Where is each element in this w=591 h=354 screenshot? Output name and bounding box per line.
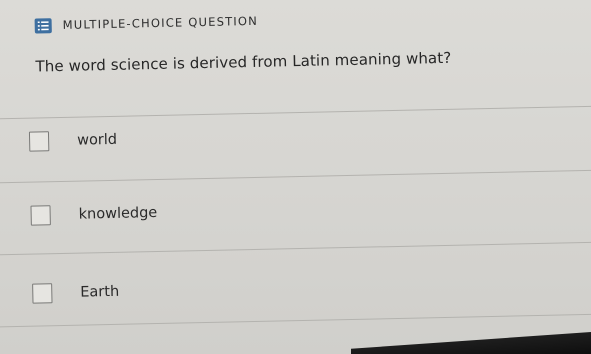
- option-checkbox[interactable]: [32, 283, 53, 304]
- option-knowledge[interactable]: knowledge: [30, 185, 551, 236]
- option-checkbox[interactable]: [28, 131, 50, 152]
- option-label: world: [76, 131, 118, 149]
- divider: [0, 241, 591, 256]
- option-world[interactable]: world: [28, 111, 550, 162]
- option-checkbox[interactable]: [30, 205, 51, 226]
- divider: [0, 169, 591, 184]
- question-type-label: MULTIPLE-CHOICE QUESTION: [62, 13, 259, 32]
- divider: [0, 313, 591, 328]
- quiz-page: MULTIPLE-CHOICE QUESTION The word scienc…: [0, 0, 591, 354]
- question-type-header: MULTIPLE-CHOICE QUESTION: [34, 13, 259, 34]
- question-text: The word science is derived from Latin m…: [35, 48, 452, 76]
- list-icon: [34, 17, 52, 34]
- option-earth[interactable]: Earth: [32, 263, 553, 314]
- option-label: Earth: [80, 283, 120, 301]
- option-label: knowledge: [78, 204, 158, 223]
- quiz-content: MULTIPLE-CHOICE QUESTION The word scienc…: [0, 0, 591, 354]
